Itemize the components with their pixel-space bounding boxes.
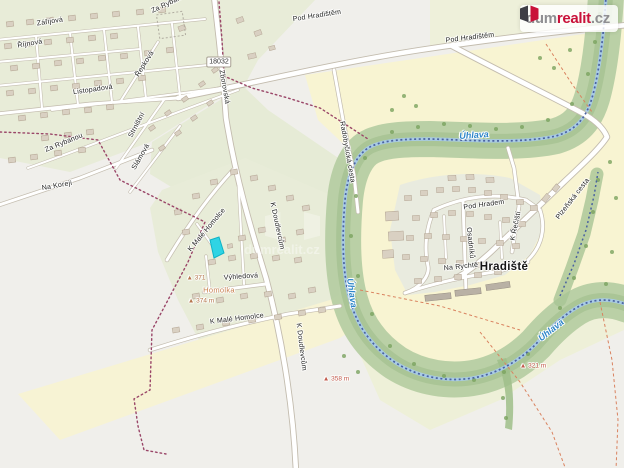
dumrealit-logo[interactable]: dumrealit.cz [520,5,618,32]
logo-accent: realit [557,10,591,27]
map-canvas[interactable]: dumrealit.cz ZářijováŘíjnováListopadováŘ… [0,0,624,468]
dumrealit-logo-icon [520,5,539,23]
map-layers [0,0,624,468]
landuse-zones [0,0,624,440]
logo-suffix: .cz [591,10,610,27]
